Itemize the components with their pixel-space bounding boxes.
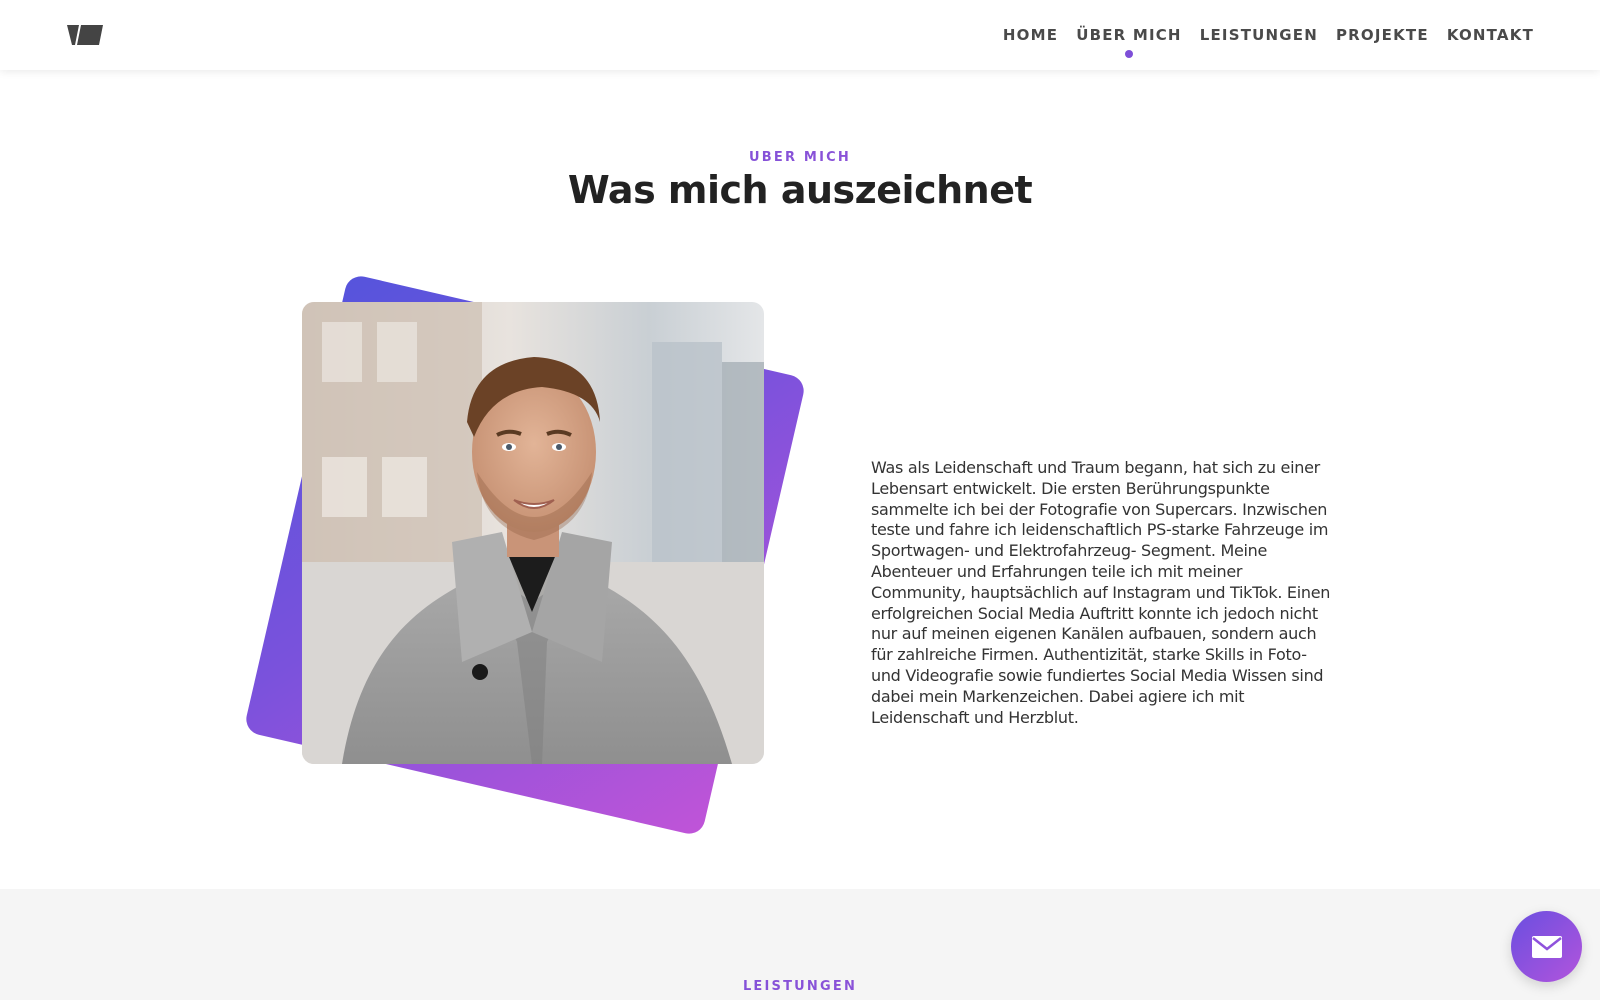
- main-nav: HOME ÜBER MICH LEISTUNGEN PROJEKTE KONTA…: [1003, 0, 1534, 70]
- site-logo[interactable]: [67, 25, 103, 45]
- site-header: HOME ÜBER MICH LEISTUNGEN PROJEKTE KONTA…: [0, 0, 1600, 70]
- active-nav-indicator: [1124, 50, 1133, 58]
- nav-item-projekte[interactable]: PROJEKTE: [1336, 26, 1429, 44]
- nav-item-leistungen[interactable]: LEISTUNGEN: [1200, 26, 1318, 44]
- section-eyebrow-services: LEISTUNGEN: [0, 979, 1600, 994]
- portrait-photo: [302, 302, 764, 764]
- contact-fab-button[interactable]: [1511, 911, 1582, 982]
- nav-item-home[interactable]: HOME: [1003, 26, 1058, 44]
- bio-text: Was als Leidenschaft und Traum begann, h…: [871, 458, 1331, 727]
- nav-item-ueber-mich-label: ÜBER MICH: [1076, 26, 1182, 44]
- nav-item-kontakt[interactable]: KONTAKT: [1447, 26, 1534, 44]
- section-title: Was mich auszeichnet: [567, 168, 1033, 212]
- section-eyebrow: ÜBER MICH: [0, 150, 1600, 165]
- about-section: ÜBER MICH Was mich auszeichnet Was als L…: [0, 70, 1600, 889]
- mail-icon: [1531, 935, 1562, 958]
- services-section: LEISTUNGEN: [0, 889, 1600, 1000]
- nav-item-ueber-mich[interactable]: ÜBER MICH: [1076, 26, 1182, 58]
